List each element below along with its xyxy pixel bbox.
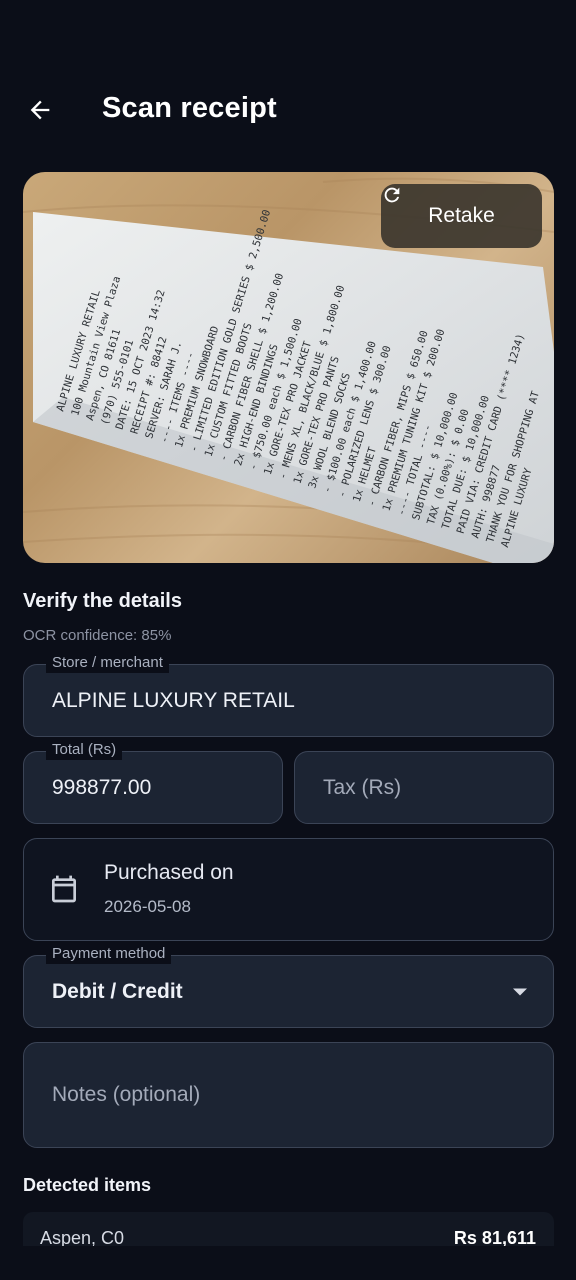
tax-field[interactable]: Tax (Rs) bbox=[294, 751, 554, 824]
bottom-edge bbox=[0, 1246, 576, 1280]
notes-placeholder: Notes (optional) bbox=[52, 1083, 201, 1106]
date-value: 2026-05-08 bbox=[104, 897, 191, 916]
dropdown-arrow-icon bbox=[513, 988, 527, 995]
retake-button[interactable]: Retake bbox=[381, 184, 542, 248]
store-value: ALPINE LUXURY RETAIL bbox=[52, 688, 295, 712]
store-field[interactable]: Store / merchant ALPINE LUXURY RETAIL bbox=[23, 653, 554, 737]
total-label: Total (Rs) bbox=[46, 740, 123, 760]
notes-field[interactable]: Notes (optional) bbox=[23, 1042, 554, 1148]
detected-items-title: Detected items bbox=[23, 1175, 152, 1195]
purchase-date-field[interactable]: Purchased on 2026-05-08 bbox=[23, 838, 554, 941]
tax-placeholder: Tax (Rs) bbox=[323, 775, 402, 799]
payment-label: Payment method bbox=[46, 944, 172, 964]
app-bar: Scan receipt bbox=[0, 72, 576, 148]
verify-title: Verify the details bbox=[23, 590, 182, 612]
refresh-icon bbox=[384, 187, 400, 203]
payment-method-dropdown[interactable]: Payment method Debit / Credit bbox=[23, 944, 554, 1028]
date-title: Purchased on bbox=[104, 861, 234, 884]
page-title: Scan receipt bbox=[102, 92, 277, 124]
store-label: Store / merchant bbox=[46, 653, 169, 673]
total-value: 998877.00 bbox=[52, 775, 152, 799]
receipt-photo: ALPINE LUXURY RETAIL 100 Mountain View Pl… bbox=[23, 172, 554, 563]
payment-value: Debit / Credit bbox=[52, 979, 183, 1003]
total-field[interactable]: Total (Rs) 998877.00 bbox=[23, 740, 283, 824]
arrow-left-icon bbox=[30, 100, 50, 120]
ocr-confidence: OCR confidence: 85% bbox=[23, 627, 172, 644]
retake-label: Retake bbox=[428, 204, 495, 227]
back-button[interactable] bbox=[20, 90, 60, 130]
calendar-icon bbox=[52, 875, 76, 903]
